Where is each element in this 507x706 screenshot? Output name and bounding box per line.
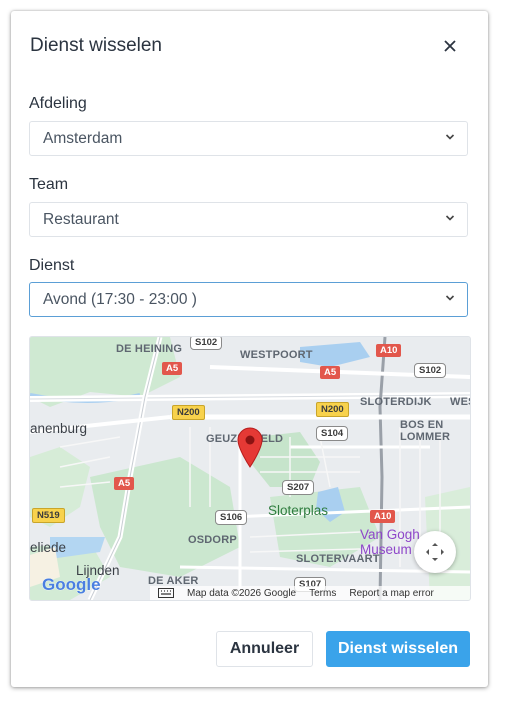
recenter-icon xyxy=(426,543,444,561)
road-shield: A5 xyxy=(320,366,341,379)
chevron-down-icon xyxy=(445,215,455,221)
dienst-select[interactable]: Avond (17:30 - 23:00 ) xyxy=(29,282,468,317)
team-select[interactable]: Restaurant xyxy=(29,202,468,237)
location-map[interactable]: DE HEINING WESTPOORT SLOTERDIJK BOS EN L… xyxy=(29,336,471,601)
map-place-label: Sloterplas xyxy=(268,503,329,518)
close-button[interactable] xyxy=(439,35,461,57)
map-place-label: eliede xyxy=(30,540,67,555)
road-shield: A10 xyxy=(370,510,396,523)
road-shield: S104 xyxy=(316,426,349,441)
map-marker-icon[interactable] xyxy=(235,425,265,469)
google-logo: Google xyxy=(42,575,101,595)
team-value: Restaurant xyxy=(43,211,119,228)
dialog-title: Dienst wisselen xyxy=(30,35,162,56)
map-area-label: SLOTERDIJK xyxy=(360,396,432,408)
map-data-text: Map data ©2026 Google xyxy=(187,587,297,599)
road-shield: A5 xyxy=(114,477,135,490)
swap-shift-button[interactable]: Dienst wisselen xyxy=(326,631,470,667)
cancel-button[interactable]: Annuleer xyxy=(216,631,313,667)
recenter-button[interactable] xyxy=(414,531,456,573)
team-label: Team xyxy=(29,176,69,193)
svg-text:Google: Google xyxy=(42,575,101,594)
chevron-down-icon xyxy=(445,134,455,140)
map-area-label: BOS EN xyxy=(400,419,444,431)
afdeling-value: Amsterdam xyxy=(43,130,123,147)
map-place-label: anenburg xyxy=(30,421,88,436)
shift-swap-dialog: Dienst wisselen Afdeling Amsterdam Team … xyxy=(11,11,488,687)
map-area-label: OSDORP xyxy=(188,534,237,546)
map-area-label: WESTPOORT xyxy=(240,349,313,361)
map-terms-link[interactable]: Terms xyxy=(309,588,336,599)
road-shield: N200 xyxy=(172,405,205,420)
keyboard-icon[interactable] xyxy=(158,588,174,598)
dienst-value: Avond (17:30 - 23:00 ) xyxy=(43,291,197,308)
road-shield: S207 xyxy=(282,480,315,495)
road-shield: S106 xyxy=(215,510,248,525)
map-area-label: DE HEINING xyxy=(116,343,183,355)
road-shield: N519 xyxy=(32,508,65,523)
road-shield: A5 xyxy=(162,362,183,375)
road-shield: S102 xyxy=(190,337,223,350)
chevron-down-icon xyxy=(445,295,455,301)
dienst-label: Dienst xyxy=(29,257,75,274)
map-area-label: WES xyxy=(450,396,470,408)
road-shield: A10 xyxy=(376,344,402,357)
map-report-link[interactable]: Report a map error xyxy=(349,588,433,599)
afdeling-select[interactable]: Amsterdam xyxy=(29,121,468,156)
afdeling-label: Afdeling xyxy=(29,95,87,112)
road-shield: N200 xyxy=(316,402,349,417)
road-shield: S102 xyxy=(414,363,447,378)
map-attribution: Map data ©2026 Google Terms Report a map… xyxy=(150,586,470,600)
close-icon xyxy=(444,40,456,52)
map-area-label: LOMMER xyxy=(400,431,451,443)
